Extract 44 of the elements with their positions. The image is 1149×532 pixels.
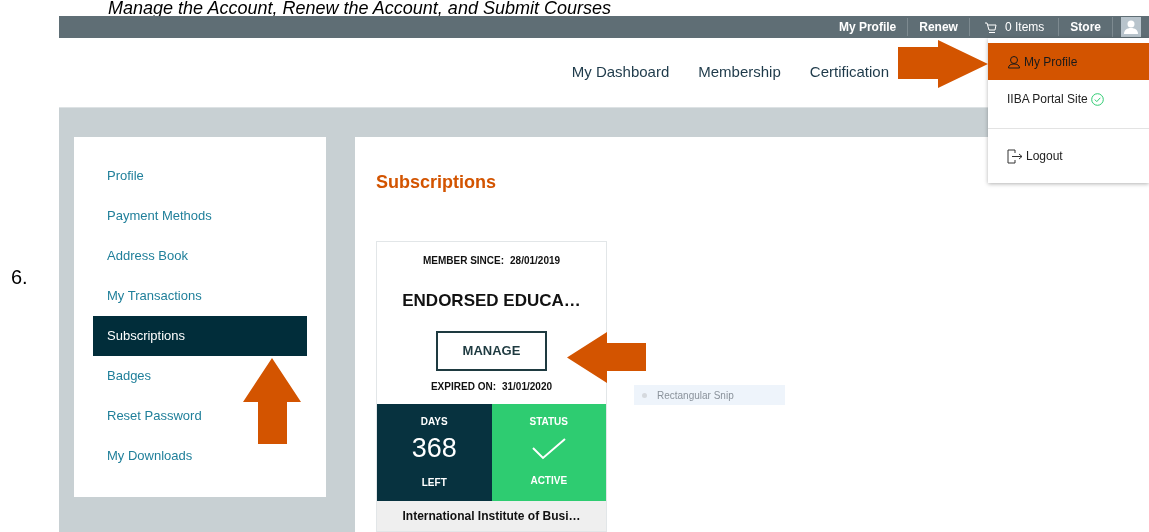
sidebar-item[interactable]: Profile	[93, 156, 307, 196]
user-icon	[1007, 54, 1021, 69]
right-arrow-icon	[898, 40, 988, 88]
status-label: STATUS	[529, 414, 568, 429]
organization-name: International Institute of Busi…	[377, 500, 606, 531]
top-bar-link[interactable]: My Profile	[827, 18, 908, 36]
manage-button[interactable]: MANAGE	[436, 330, 547, 371]
nav-link[interactable]: My Dashboard	[571, 61, 670, 84]
top-bar-link[interactable]: Store	[1058, 18, 1112, 36]
sidebar-item[interactable]: Subscriptions	[93, 316, 307, 356]
user-avatar-icon[interactable]	[1121, 17, 1141, 37]
member-since-label: MEMBER SINCE:	[422, 254, 505, 268]
days-count: 368	[411, 431, 457, 465]
dropdown-item[interactable]: IIBA Portal Site	[988, 80, 1149, 129]
expired-label: EXPIRED ON:	[430, 379, 496, 394]
check-circle-icon	[1090, 92, 1104, 106]
dropdown-item[interactable]: My Profile	[988, 43, 1149, 81]
dot-icon	[642, 392, 647, 398]
section-title: Subscriptions	[376, 171, 497, 194]
logout-icon	[1007, 148, 1023, 164]
sidebar-item[interactable]: Address Book	[93, 236, 307, 276]
caption: Manage the Account, Renew the Account, and Submit Courses	[107, 0, 612, 16]
left-label: LEFT	[421, 475, 447, 490]
nav-link[interactable]: Certification	[809, 61, 889, 84]
sidebar-item[interactable]: My Transactions	[93, 276, 307, 316]
status-value: ACTIVE	[530, 473, 568, 488]
top-bar-link[interactable]: Renew	[907, 18, 969, 36]
check-icon	[531, 437, 566, 460]
dropdown-item[interactable]: Logout	[988, 128, 1149, 183]
sidebar-item[interactable]: Badges	[93, 356, 307, 396]
expired-date: 31/01/2020	[501, 379, 553, 394]
cart-icon	[983, 20, 997, 34]
cart-link[interactable]: 0 Items	[968, 18, 1059, 36]
subscription-name: ENDORSED EDUCA…	[402, 290, 581, 312]
sidebar-item[interactable]: Reset Password	[93, 396, 307, 436]
nav-link[interactable]: Membership	[698, 61, 781, 84]
left-arrow-icon	[567, 332, 646, 383]
days-label: DAYS	[420, 414, 448, 429]
up-arrow-icon	[243, 358, 301, 444]
member-since-date: 28/01/2019	[510, 254, 561, 268]
sidebar-item[interactable]: My Downloads	[93, 436, 307, 476]
snip-label: Rectangular Snip	[657, 388, 734, 403]
sidebar-item[interactable]: Payment Methods	[93, 196, 307, 236]
step-number: 6.	[11, 266, 28, 288]
